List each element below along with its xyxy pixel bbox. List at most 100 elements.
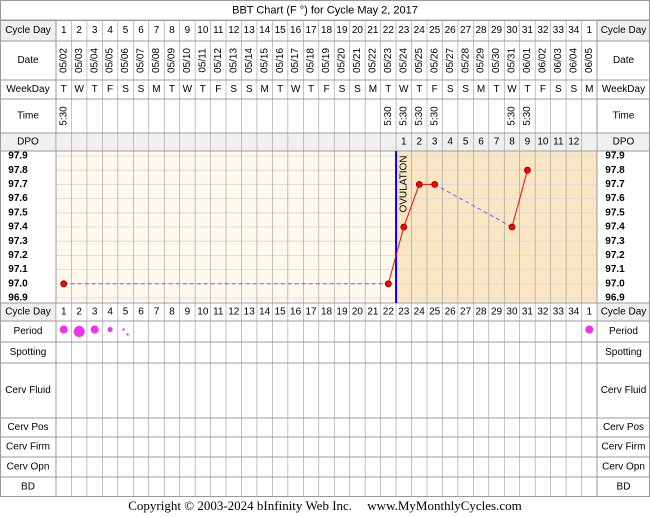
weekday-label: T: [385, 84, 391, 95]
weekday-label: M: [152, 84, 160, 95]
copyright-site[interactable]: www.MyMonthlyCycles.com: [367, 498, 521, 513]
cycle-day-label: 3: [92, 25, 98, 36]
date-label: 05/28: [460, 48, 471, 73]
temp-label-right: 97.9: [605, 151, 625, 162]
weekday-label: S: [555, 84, 562, 95]
cycle-day-label-bottom: 2: [76, 307, 82, 318]
cycle-day-label-bottom: 18: [321, 307, 333, 318]
cycle-day-label: 2: [76, 25, 82, 36]
temp-label-left: 97.0: [8, 278, 28, 289]
cycle-day-label-bottom: 11: [213, 307, 224, 318]
weekday-label: F: [432, 84, 438, 95]
date-label: 05/15: [259, 48, 270, 73]
cycle-day-label-bottom: 22: [383, 307, 395, 318]
ovulation-label: OVULATION: [399, 155, 410, 212]
cycle-day-label-bottom: 28: [476, 307, 488, 318]
cycle-day-label-bottom: 1: [61, 307, 67, 318]
period-marker: [126, 333, 129, 336]
cycle-day-label: 21: [367, 25, 379, 36]
cycle-day-label-bottom: 13: [244, 307, 256, 318]
row-label-date-right: Date: [613, 55, 635, 66]
weekday-label: T: [308, 84, 314, 95]
cycle-day-label: 6: [138, 25, 144, 36]
temp-point: [508, 223, 516, 231]
cycle-day-label-bottom: 16: [290, 307, 302, 318]
date-label: 05/20: [337, 48, 348, 73]
temp-label-left: 96.9: [8, 293, 28, 304]
dpo-label: 12: [568, 137, 580, 148]
row-label-dpo: DPO: [17, 137, 39, 148]
row-label-weekday-right: WeekDay: [602, 84, 645, 95]
weekday-label: M: [585, 84, 593, 95]
cycle-day-label-bottom: 5: [123, 307, 129, 318]
temp-label-right: 97.3: [605, 236, 625, 247]
cycle-day-label-bottom: 23: [398, 307, 410, 318]
temp-label-left: 97.4: [8, 222, 28, 233]
cycle-day-label-bottom: 6: [138, 307, 144, 318]
row-label-time-right: Time: [613, 111, 635, 122]
date-label: 05/23: [383, 48, 394, 73]
row-label-time: Time: [17, 111, 39, 122]
cycle-day-label-bottom: 26: [445, 307, 457, 318]
cycle-day-label: 33: [553, 25, 565, 36]
weekday-label: T: [92, 84, 98, 95]
time-label: 5:30: [414, 106, 425, 126]
cycle-day-label-bottom: 27: [460, 307, 472, 318]
date-label: 06/04: [568, 48, 579, 73]
temp-point: [524, 166, 531, 174]
cycle-day-label: 7: [154, 25, 160, 36]
date-label: 06/02: [538, 48, 549, 73]
cycle-day-label-bottom: 14: [259, 307, 271, 318]
temp-point: [415, 180, 423, 188]
weekday-label: F: [540, 84, 546, 95]
date-label: 05/19: [321, 48, 332, 73]
cycle-day-label: 16: [290, 25, 302, 36]
date-label: 05/27: [445, 48, 456, 73]
cycle-day-label-bottom: 12: [228, 307, 240, 318]
temp-point: [431, 180, 439, 188]
cycle-day-label-bottom: 19: [336, 307, 348, 318]
cycle-day-label-bottom: 7: [154, 307, 160, 318]
time-label: 5:30: [383, 106, 394, 126]
cycle-day-label: 8: [169, 25, 175, 36]
row-label-cerv-pos-right: Cerv Pos: [603, 422, 644, 433]
temp-label-right: 97.1: [605, 264, 625, 275]
cycle-day-label: 18: [321, 25, 333, 36]
copyright: Copyright © 2003-2024 bInfinity Web Inc.…: [0, 498, 650, 514]
row-label-bd-right: BD: [617, 482, 631, 493]
row-label-spotting-right: Spotting: [605, 347, 642, 358]
time-label: 5:30: [522, 106, 533, 126]
cycle-day-label: 9: [185, 25, 191, 36]
weekday-label: M: [477, 84, 485, 95]
temp-label-left: 97.7: [8, 179, 28, 190]
temp-label-left: 97.1: [8, 264, 28, 275]
row-label-cerv-firm: Cerv Firm: [6, 442, 50, 453]
date-label: 05/18: [306, 48, 317, 73]
cycle-day-label-bottom: 34: [568, 307, 580, 318]
cycle-day-label: 11: [213, 25, 224, 36]
temp-label-right: 96.9: [605, 293, 625, 304]
date-label: 05/29: [476, 48, 487, 73]
cycle-day-label: 32: [537, 25, 549, 36]
cycle-day-label: 22: [383, 25, 395, 36]
temp-label-left: 97.5: [8, 207, 28, 218]
date-label: 06/05: [584, 48, 595, 73]
period-marker: [59, 325, 68, 334]
row-label-weekday: WeekDay: [6, 84, 49, 95]
weekday-label: S: [462, 84, 469, 95]
cycle-day-label: 4: [107, 25, 113, 36]
cycle-day-label: 27: [460, 25, 472, 36]
temp-label-right: 97.8: [605, 165, 625, 176]
row-label-dpo-right: DPO: [613, 137, 635, 148]
cycle-day-label: 23: [398, 25, 410, 36]
cycle-day-label-bottom: 25: [429, 307, 441, 318]
cycle-day-label: 34: [568, 25, 580, 36]
temp-label-left: 97.6: [8, 193, 28, 204]
temp-label-right: 97.7: [605, 179, 625, 190]
temp-point: [60, 280, 68, 288]
copyright-text: Copyright © 2003-2024 bInfinity Web Inc.: [128, 498, 353, 513]
cycle-day-label: 5: [123, 25, 129, 36]
cycle-day-label-bottom: 20: [352, 307, 364, 318]
cycle-day-label-bottom: 9: [185, 307, 191, 318]
weekday-label: W: [507, 84, 517, 95]
